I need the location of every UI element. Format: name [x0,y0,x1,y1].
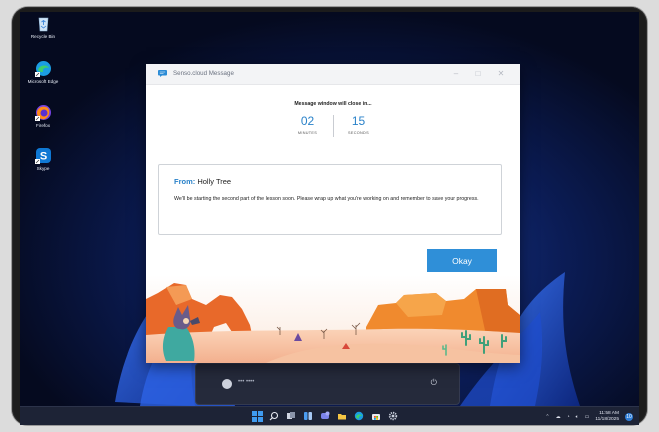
close-button[interactable]: ✕ [494,68,508,80]
system-tray: ⌃ ☁ ◔ 🔈︎ ▭ 11:58 AM 11/18/2025 10 [545,410,633,423]
desert-illustration [146,275,520,363]
search-button[interactable] [268,410,280,422]
desktop-icon-firefox[interactable]: Firefox [21,104,65,129]
senso-message-window: Senso.cloud Message – □ ✕ Message window… [146,64,520,363]
countdown-seconds: 15 SECONDS [338,115,380,137]
seconds-label: SECONDS [348,131,369,135]
task-view-icon [287,412,295,419]
taskbar: ⌃ ☁ ◔ 🔈︎ ▭ 11:58 AM 11/18/2025 10 [20,406,639,425]
message-from: From: Holly Tree [174,177,231,186]
desktop-screen: Recycle Bin Microsoft Edge Firefox S Sky… [20,12,639,425]
widgets-icon [304,412,312,420]
okay-button[interactable]: Okay [427,249,497,272]
minimize-button[interactable]: – [449,68,463,80]
seconds-value: 15 [351,114,366,128]
from-label: From: [174,177,196,186]
desktop-icon-recycle-bin[interactable]: Recycle Bin [21,15,65,40]
clock-time: 11:58 AM [599,410,619,416]
volume-icon[interactable]: 🔈︎ [576,414,579,420]
message-body: We'll be starting the second part of the… [174,196,479,202]
notification-badge[interactable]: 10 [625,412,633,421]
countdown-divider [332,115,334,137]
firefox-icon [34,105,51,121]
close-countdown-notice: Message window will close in... [294,101,372,107]
start-menu-flyout: ••• •••• ⏻ [195,363,460,405]
clock-date: 11/18/2025 [595,416,619,422]
user-avatar[interactable] [222,379,232,389]
maximize-button[interactable]: □ [471,68,485,80]
svg-text:S: S [39,151,46,163]
window-titlebar[interactable]: Senso.cloud Message – □ ✕ [146,64,520,85]
chevron-up-icon[interactable]: ⌃ [545,414,549,420]
folder-icon [338,414,346,420]
minutes-label: MINUTES [297,131,318,135]
edge-icon [34,61,51,77]
power-icon[interactable]: ⏻ [431,378,437,388]
edge-icon [354,411,364,421]
desktop-icon-label: Firefox [35,123,51,128]
search-icon [269,411,279,421]
window-title: Senso.cloud Message [173,70,234,77]
desktop-icon-skype[interactable]: S Skype [21,147,65,172]
desktop-icon-label: Skype [36,166,50,171]
recycle-bin-icon [38,17,48,32]
desktop-icon-label: Microsoft Edge [27,79,59,84]
desktop-icon-microsoft-edge[interactable]: Microsoft Edge [21,60,65,85]
skype-icon: S [34,148,51,164]
task-view-button[interactable] [285,410,297,422]
settings-button[interactable] [387,410,399,422]
store-button[interactable] [370,410,382,422]
wifi-icon[interactable]: ◔ [567,414,570,420]
onedrive-cloud-icon[interactable]: ☁ [556,414,561,420]
windows-logo-icon [251,410,263,422]
countdown-timer: 02 MINUTES 15 SECONDS [146,115,520,137]
desktop-icon-label: Recycle Bin [30,34,56,39]
user-name: ••• •••• [238,379,255,385]
message-app-icon [158,70,167,77]
minutes-value: 02 [300,114,315,128]
widgets-button[interactable] [302,410,314,422]
gear-icon [388,411,398,421]
taskbar-clock[interactable]: 11:58 AM 11/18/2025 [595,411,619,423]
edge-taskbar-button[interactable] [353,410,365,422]
taskbar-pinned-apps [251,410,399,423]
store-icon [372,414,380,420]
message-box: From: Holly Tree We'll be starting the s… [158,164,502,235]
countdown-minutes: 02 MINUTES [287,115,329,137]
teams-chat-button[interactable] [319,410,331,422]
start-button[interactable] [251,410,263,422]
sender-name: Holly Tree [197,177,232,186]
battery-icon[interactable]: ▭ [585,414,590,420]
chat-icon [321,411,330,419]
file-explorer-button[interactable] [336,410,348,422]
